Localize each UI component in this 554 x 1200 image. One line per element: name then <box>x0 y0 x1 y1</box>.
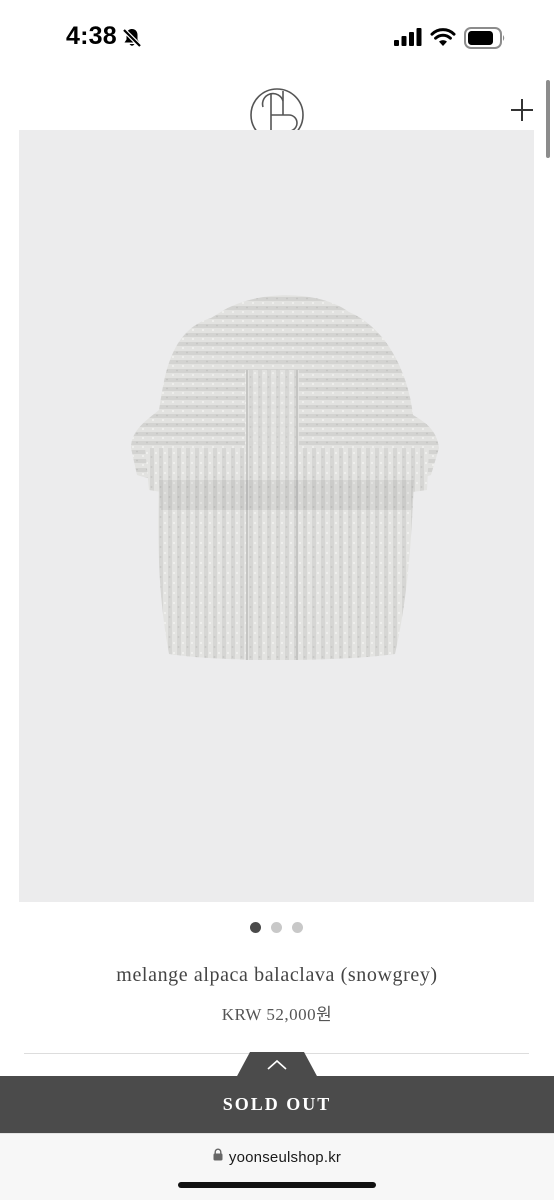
home-indicator[interactable] <box>178 1182 376 1188</box>
product-image[interactable] <box>19 130 534 902</box>
status-time: 4:38 <box>66 22 117 50</box>
product-price: KRW 52,000원 <box>221 1005 333 1024</box>
wifi-icon <box>430 27 456 52</box>
sold-out-button[interactable]: SOLD OUT <box>0 1076 554 1133</box>
carousel-dots <box>250 922 303 933</box>
battery-icon <box>464 27 506 54</box>
page-scrollbar[interactable] <box>546 80 550 158</box>
carousel-dot-3[interactable] <box>292 922 303 933</box>
status-bar: 4:38 <box>0 0 554 72</box>
bell-slash-icon <box>121 27 143 54</box>
url-text: yoonseulshop.kr <box>228 1148 342 1166</box>
balaclava-photo <box>131 295 439 660</box>
plus-icon[interactable] <box>508 96 536 124</box>
url-field[interactable]: yoonseulshop.kr <box>0 1148 554 1166</box>
lock-icon <box>213 1148 223 1166</box>
browser-address-bar[interactable]: yoonseulshop.kr <box>0 1133 554 1200</box>
chevron-up-icon[interactable] <box>236 1052 318 1078</box>
product-page: 4:38 melange alpaca balaclava (snowgrey)… <box>0 0 554 1200</box>
carousel-dot-1[interactable] <box>250 922 261 933</box>
carousel-dot-2[interactable] <box>271 922 282 933</box>
cellular-signal-icon <box>394 28 422 51</box>
product-name: melange alpaca balaclava (snowgrey) <box>116 964 438 986</box>
sold-out-label: SOLD OUT <box>222 1094 332 1114</box>
